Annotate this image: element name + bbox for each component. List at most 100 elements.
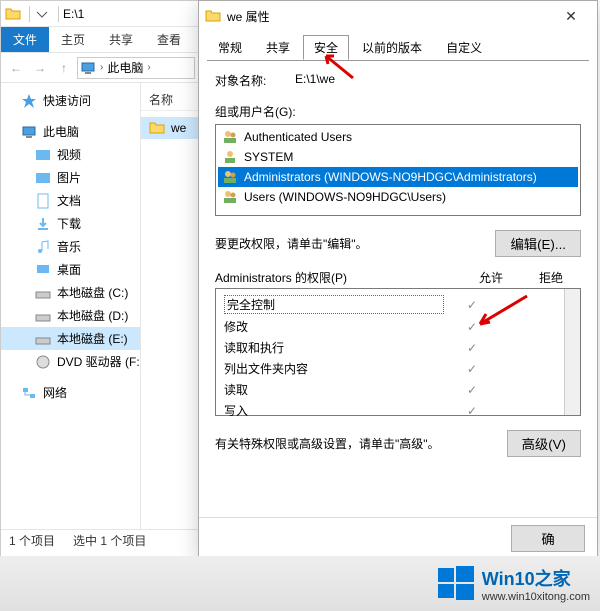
status-bar: 1 个项目 选中 1 个项目: [1, 529, 199, 551]
user-item[interactable]: Users (WINDOWS-NO9HDGC\Users): [218, 187, 578, 207]
user-item-selected[interactable]: Administrators (WINDOWS-NO9HDGC\Administ…: [218, 167, 578, 187]
permissions-title: Administrators 的权限(P): [215, 269, 461, 286]
advanced-button[interactable]: 高级(V): [507, 430, 581, 457]
music-icon: [35, 239, 51, 255]
star-icon: [21, 93, 37, 109]
close-button[interactable]: ✕: [551, 2, 591, 30]
item-name: we: [171, 121, 186, 135]
title-path: E:\1: [63, 7, 84, 21]
properties-dialog: we 属性 ✕ 常规 共享 安全 以前的版本 自定义 对象名称: E:\1\we…: [198, 0, 598, 560]
deny-column: 拒绝: [521, 269, 581, 286]
check-icon: ✓: [444, 404, 500, 418]
separator: [58, 6, 59, 22]
edit-hint: 要更改权限，请单击"编辑"。: [215, 235, 368, 252]
tree-drive-c[interactable]: 本地磁盘 (C:): [1, 281, 140, 304]
object-name-label: 对象名称:: [215, 72, 295, 89]
scrollbar[interactable]: [564, 289, 580, 415]
tree-drive-d[interactable]: 本地磁盘 (D:): [1, 304, 140, 327]
perm-row[interactable]: 列出文件夹内容✓: [224, 358, 556, 379]
tree-this-pc[interactable]: 此电脑: [1, 120, 140, 143]
file-tab[interactable]: 文件: [1, 27, 49, 52]
drive-icon: [35, 331, 51, 347]
dialog-title: we 属性: [227, 8, 551, 25]
check-icon: ✓: [444, 341, 500, 355]
ok-button[interactable]: 确: [511, 525, 585, 552]
document-icon: [35, 193, 51, 209]
chevron-icon: ›: [147, 62, 150, 73]
explorer-titlebar: E:\1: [1, 1, 199, 27]
tree-drive-e[interactable]: 本地磁盘 (E:): [1, 327, 140, 350]
perm-row[interactable]: 完全控制✓: [224, 293, 556, 316]
users-icon: [222, 129, 238, 145]
back-button[interactable]: ←: [5, 57, 27, 79]
separator: [29, 6, 30, 22]
drive-icon: [35, 308, 51, 324]
tab-security[interactable]: 安全: [303, 35, 349, 60]
list-item[interactable]: we: [141, 117, 199, 139]
users-listbox[interactable]: Authenticated Users SYSTEM Administrator…: [215, 124, 581, 216]
check-icon: ✓: [444, 320, 500, 334]
users-icon: [222, 169, 238, 185]
folder-icon: [5, 6, 21, 22]
tree-network[interactable]: 网络: [1, 381, 140, 404]
picture-icon: [35, 170, 51, 186]
breadcrumb[interactable]: › 此电脑 ›: [77, 57, 195, 79]
user-item[interactable]: SYSTEM: [218, 147, 578, 167]
tab-sharing[interactable]: 共享: [255, 35, 301, 60]
dvd-icon: [35, 354, 51, 370]
tree-music[interactable]: 音乐: [1, 235, 140, 258]
permissions-listbox[interactable]: 完全控制✓ 修改✓ 读取和执行✓ 列出文件夹内容✓ 读取✓ 写入✓: [215, 288, 581, 416]
advanced-hint: 有关特殊权限或高级设置，请单击"高级"。: [215, 435, 440, 452]
item-count: 1 个项目: [9, 532, 55, 549]
folder-icon: [149, 120, 165, 136]
perm-row[interactable]: 读取✓: [224, 379, 556, 400]
tree-dvd[interactable]: DVD 驱动器 (F:) Bo: [1, 350, 140, 373]
tree-videos[interactable]: 视频: [1, 143, 140, 166]
video-icon: [35, 147, 51, 163]
property-tabs: 常规 共享 安全 以前的版本 自定义: [199, 31, 597, 60]
home-tab[interactable]: 主页: [49, 27, 97, 52]
crumb-label: 此电脑: [107, 59, 143, 76]
tab-previous-versions[interactable]: 以前的版本: [351, 35, 433, 60]
tree-documents[interactable]: 文档: [1, 189, 140, 212]
tree-pictures[interactable]: 图片: [1, 166, 140, 189]
perm-row[interactable]: 写入✓: [224, 400, 556, 421]
user-item[interactable]: Authenticated Users: [218, 127, 578, 147]
address-bar: ← → ↑ › 此电脑 ›: [1, 53, 199, 83]
forward-button[interactable]: →: [29, 57, 51, 79]
perm-row[interactable]: 修改✓: [224, 316, 556, 337]
perm-row[interactable]: 读取和执行✓: [224, 337, 556, 358]
drive-icon: [35, 285, 51, 301]
nav-tree[interactable]: 快速访问 此电脑 视频 图片 文档 下载 音乐 桌面 本地磁盘 (C:) 本地磁…: [1, 83, 141, 529]
ribbon: 文件 主页 共享 查看: [1, 27, 199, 53]
explorer-window: E:\1 文件 主页 共享 查看 ← → ↑ › 此电脑 › 快速访问 此电脑 …: [0, 0, 200, 560]
explorer-body: 快速访问 此电脑 视频 图片 文档 下载 音乐 桌面 本地磁盘 (C:) 本地磁…: [1, 83, 199, 529]
check-icon: ✓: [444, 383, 500, 397]
column-header-name[interactable]: 名称: [141, 89, 199, 111]
down-chevron-icon[interactable]: [34, 6, 50, 22]
network-icon: [21, 385, 37, 401]
permissions-header: Administrators 的权限(P) 允许 拒绝: [215, 269, 581, 286]
tree-downloads[interactable]: 下载: [1, 212, 140, 235]
file-list[interactable]: 名称 we: [141, 83, 199, 529]
dialog-titlebar: we 属性 ✕: [199, 1, 597, 31]
dialog-footer: 确: [199, 517, 597, 559]
tree-desktop[interactable]: 桌面: [1, 258, 140, 281]
users-icon: [222, 189, 238, 205]
up-button[interactable]: ↑: [53, 57, 75, 79]
tree-quick-access[interactable]: 快速访问: [1, 89, 140, 112]
download-icon: [35, 216, 51, 232]
share-tab[interactable]: 共享: [97, 27, 145, 52]
security-tab-body: 对象名称: E:\1\we 组或用户名(G): Authenticated Us…: [199, 60, 597, 517]
tab-customize[interactable]: 自定义: [435, 35, 493, 60]
edit-button[interactable]: 编辑(E)...: [495, 230, 581, 257]
view-tab[interactable]: 查看: [145, 27, 193, 52]
chevron-icon: ›: [100, 62, 103, 73]
desktop-icon: [35, 262, 51, 278]
tab-general[interactable]: 常规: [207, 35, 253, 60]
windows-logo-icon: [438, 566, 474, 602]
user-icon: [222, 149, 238, 165]
pc-icon: [80, 60, 96, 76]
object-name-value: E:\1\we: [295, 72, 335, 89]
check-icon: ✓: [444, 362, 500, 376]
